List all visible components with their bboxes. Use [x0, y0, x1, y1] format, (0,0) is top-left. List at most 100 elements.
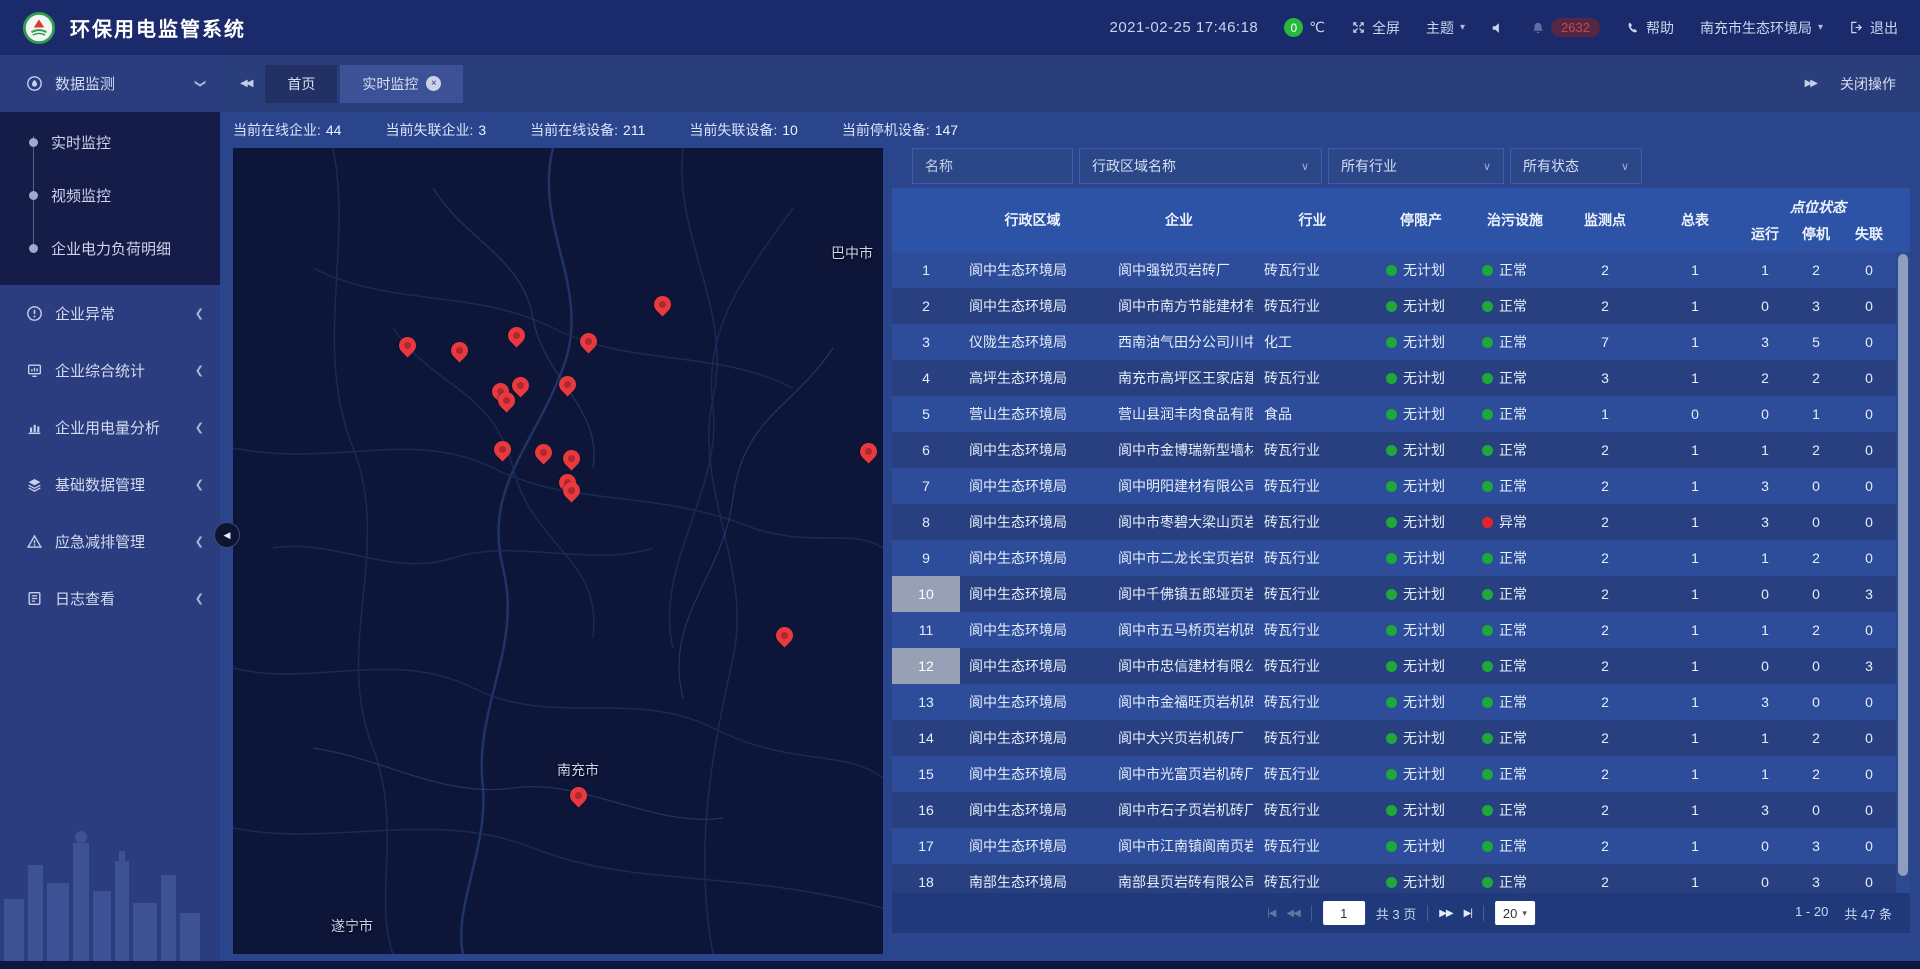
table-row[interactable]: 10 阆中生态环境局 阆中千佛镇五郎垭页岩 砖瓦行业 无计划 正常 2 [892, 576, 1896, 612]
row-index: 9 [892, 540, 960, 576]
table-row[interactable]: 17 阆中生态环境局 阆中市江南镇阆南页岩 砖瓦行业 无计划 正常 2 [892, 828, 1896, 864]
table-panel: 行政区域名称 ∨ 所有行业 ∨ 所有状态 ∨ 行政区域 企业 行业 停限产 治污… [892, 148, 1910, 933]
sidebar-subitem-power-load-detail[interactable]: 企业电力负荷明细 [0, 222, 220, 275]
row-index: 8 [892, 504, 960, 540]
cell-total-meters: 1 [1650, 720, 1740, 756]
cell-total-meters: 1 [1650, 864, 1740, 893]
org-label: 南充市生态环境局 [1700, 18, 1812, 38]
status-dot [1482, 301, 1493, 312]
cell-limit-production: 无计划 [1372, 684, 1470, 720]
row-index: 6 [892, 432, 960, 468]
cell-pollution-control: 正常 [1470, 468, 1560, 504]
row-index: 17 [892, 828, 960, 864]
name-filter-input[interactable] [925, 158, 1060, 174]
table-row[interactable]: 18 南部生态环境局 南部县页岩砖有限公司 砖瓦行业 无计划 正常 2 [892, 864, 1896, 893]
row-index: 2 [892, 288, 960, 324]
cell-running: 3 [1740, 468, 1790, 504]
scrollbar-thumb[interactable] [1898, 254, 1908, 876]
table-row[interactable]: 6 阆中生态环境局 阆中市金博瑞新型墙材 砖瓦行业 无计划 正常 2 [892, 432, 1896, 468]
table-scrollbar[interactable] [1896, 252, 1910, 893]
close-operations-button[interactable]: 关闭操作 [1840, 74, 1896, 94]
region-filter-select[interactable]: 行政区域名称 ∨ [1079, 148, 1322, 184]
status-dot [1482, 445, 1493, 456]
cell-region: 阆中生态环境局 [960, 540, 1105, 576]
tabs-scroll-left-icon[interactable]: ◀◀ [240, 78, 251, 89]
region-filter-value: 行政区域名称 [1092, 156, 1176, 176]
table-row[interactable]: 12 阆中生态环境局 阆中市忠信建材有限公 砖瓦行业 无计划 正常 2 [892, 648, 1896, 684]
row-index: 10 [892, 576, 960, 612]
tab-home[interactable]: 首页 [265, 65, 337, 103]
cell-region: 阆中生态环境局 [960, 648, 1105, 684]
cell-company: 阆中市五马桥页岩机砖 [1105, 612, 1253, 648]
sidebar-item-log-view[interactable]: 日志查看 ❮ [0, 570, 220, 627]
sidebar-subitem-video-monitor[interactable]: 视频监控 [0, 169, 220, 222]
industry-filter-select[interactable]: 所有行业 ∨ [1328, 148, 1504, 184]
cell-limit-production: 无计划 [1372, 756, 1470, 792]
page-size-select[interactable]: 20 ▾ [1495, 901, 1535, 925]
cell-pollution-control: 异常 [1470, 504, 1560, 540]
table-row[interactable]: 15 阆中生态环境局 阆中市光富页岩机砖厂 砖瓦行业 无计划 正常 2 [892, 756, 1896, 792]
logout-button[interactable]: 退出 [1849, 18, 1898, 38]
table-row[interactable]: 13 阆中生态环境局 阆中市金福旺页岩机砖 砖瓦行业 无计划 正常 2 [892, 684, 1896, 720]
table-row[interactable]: 8 阆中生态环境局 阆中市枣碧大梁山页岩 砖瓦行业 无计划 异常 2 [892, 504, 1896, 540]
table-row[interactable]: 2 阆中生态环境局 阆中市南方节能建材有 砖瓦行业 无计划 正常 2 [892, 288, 1896, 324]
org-menu[interactable]: 南充市生态环境局 ▾ [1700, 18, 1823, 38]
cell-industry: 砖瓦行业 [1253, 864, 1372, 893]
close-tab-icon[interactable]: × [426, 76, 441, 91]
prev-page-button[interactable]: ◀◀ [1286, 908, 1299, 919]
layers-icon [26, 476, 43, 493]
sidebar-collapse-toggle[interactable]: ◀ [214, 522, 240, 548]
cell-pollution-control: 正常 [1470, 360, 1560, 396]
sidebar-item-base-data[interactable]: 基础数据管理 ❮ [0, 456, 220, 513]
status-dot [1386, 841, 1397, 852]
table-row[interactable]: 5 营山生态环境局 营山县润丰肉食品有限 食品 无计划 正常 1 [892, 396, 1896, 432]
tabs-scroll-right-icon[interactable]: ▶▶ [1805, 78, 1816, 89]
table-row[interactable]: 1 阆中生态环境局 阆中强锐页岩砖厂 砖瓦行业 无计划 正常 2 [892, 252, 1896, 288]
cell-lost: 0 [1842, 792, 1896, 828]
cell-stopped: 0 [1790, 504, 1842, 540]
next-page-button[interactable]: ▶▶ [1439, 908, 1452, 919]
table-row[interactable]: 11 阆中生态环境局 阆中市五马桥页岩机砖 砖瓦行业 无计划 正常 2 [892, 612, 1896, 648]
status-filter-select[interactable]: 所有状态 ∨ [1510, 148, 1642, 184]
cell-running: 0 [1740, 288, 1790, 324]
cell-company: 阆中市光富页岩机砖厂 [1105, 756, 1253, 792]
status-dot [1386, 301, 1397, 312]
last-page-button[interactable]: ▶| [1464, 908, 1472, 919]
tab-realtime-monitor[interactable]: 实时监控 × [340, 65, 463, 103]
sidebar-item-emergency-reduction[interactable]: 应急减排管理 ❮ [0, 513, 220, 570]
fullscreen-button[interactable]: 全屏 [1351, 18, 1400, 38]
table-row[interactable]: 7 阆中生态环境局 阆中明阳建材有限公司 砖瓦行业 无计划 正常 2 [892, 468, 1896, 504]
cell-running: 0 [1740, 648, 1790, 684]
cell-lost: 0 [1842, 756, 1896, 792]
cell-region: 阆中生态环境局 [960, 432, 1105, 468]
cell-stopped: 2 [1790, 612, 1842, 648]
main-content: ◀◀ 首页 实时监控 × ▶▶ 关闭操作 当前在线企业:44 当前失联企业:3 … [220, 55, 1920, 969]
theme-menu[interactable]: 主题 ▾ [1426, 18, 1465, 38]
sidebar-subitem-realtime-monitor[interactable]: 实时监控 [0, 116, 220, 169]
cell-industry: 砖瓦行业 [1253, 576, 1372, 612]
temperature-badge: 0 [1284, 18, 1303, 37]
sidebar-item-power-analysis[interactable]: 企业用电量分析 ❮ [0, 399, 220, 456]
cell-pollution-control: 正常 [1470, 684, 1560, 720]
table-row[interactable]: 9 阆中生态环境局 阆中市二龙长宝页岩砖 砖瓦行业 无计划 正常 2 [892, 540, 1896, 576]
sidebar-item-data-monitor[interactable]: 数据监测 ❮ [0, 55, 220, 112]
cell-industry: 砖瓦行业 [1253, 684, 1372, 720]
status-dot [1386, 661, 1397, 672]
cell-lost: 0 [1842, 432, 1896, 468]
cell-region: 仪陇生态环境局 [960, 324, 1105, 360]
first-page-button[interactable]: |◀ [1267, 908, 1275, 919]
table-row[interactable]: 16 阆中生态环境局 阆中市石子页岩机砖厂 砖瓦行业 无计划 正常 2 [892, 792, 1896, 828]
page-number-input[interactable] [1323, 901, 1365, 925]
sidebar-item-enterprise-statistics[interactable]: 企业综合统计 ❮ [0, 342, 220, 399]
notifications[interactable]: 2632 [1531, 18, 1600, 37]
cell-region: 阆中生态环境局 [960, 756, 1105, 792]
sidebar-item-enterprise-abnormal[interactable]: 企业异常 ❮ [0, 285, 220, 342]
col-stopped: 停机 [1790, 224, 1842, 244]
help-button[interactable]: 帮助 [1626, 18, 1674, 38]
map-panel[interactable]: 巴中市南充市遂宁市 [233, 148, 883, 954]
table-row[interactable]: 14 阆中生态环境局 阆中大兴页岩机砖厂 砖瓦行业 无计划 正常 2 [892, 720, 1896, 756]
table-row[interactable]: 3 仪陇生态环境局 西南油气田分公司川中 化工 无计划 正常 7 [892, 324, 1896, 360]
table-row[interactable]: 4 高坪生态环境局 南充市高坪区王家店建 砖瓦行业 无计划 正常 3 [892, 360, 1896, 396]
status-dot [1386, 733, 1397, 744]
volume-button[interactable] [1491, 21, 1505, 35]
